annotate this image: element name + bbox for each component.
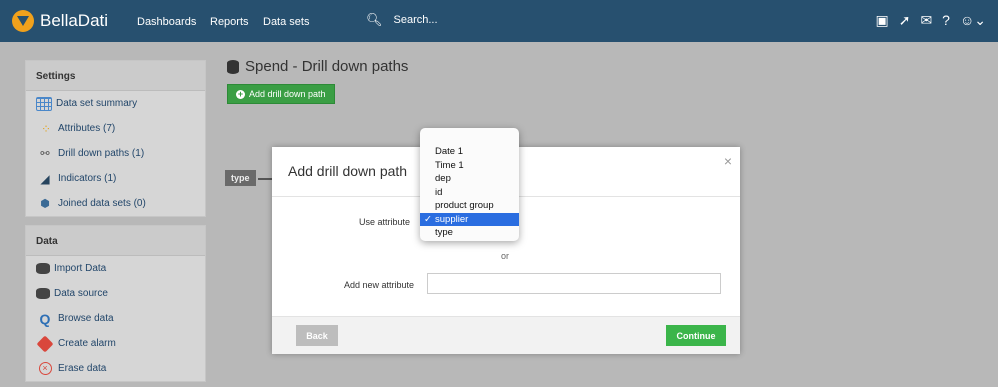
sidebar-item-label: Drill down paths (1) bbox=[58, 148, 145, 159]
option-type[interactable]: type bbox=[420, 226, 519, 240]
attribute-select-dropdown[interactable]: Date 1 Time 1 dep id product group ✓ supp… bbox=[420, 128, 519, 241]
erase-icon-wrap: × bbox=[36, 362, 54, 376]
settings-panel: Settings Data set summary ⁘ Attributes (7… bbox=[25, 60, 206, 217]
nav-dashboards[interactable]: Dashboards bbox=[137, 16, 196, 28]
sidebar-item-label: Browse data bbox=[58, 313, 114, 324]
sidebar-item-indicators[interactable]: ◢ Indicators (1) bbox=[26, 166, 205, 191]
option-label: supplier bbox=[435, 213, 469, 225]
database-icon bbox=[227, 59, 239, 74]
table-grid-icon bbox=[36, 96, 52, 111]
nav-reports[interactable]: Reports bbox=[210, 16, 249, 28]
rocket-icon[interactable]: ➚ bbox=[899, 12, 911, 29]
back-button[interactable]: Back bbox=[296, 325, 338, 346]
or-separator: or bbox=[501, 251, 510, 261]
alarm-icon-wrap bbox=[36, 335, 54, 352]
sidebar-item-data-source[interactable]: Data source bbox=[26, 281, 205, 306]
option-label: Date 1 bbox=[435, 146, 463, 157]
add-drill-down-path-button[interactable]: + Add drill down path bbox=[227, 84, 335, 104]
search-box[interactable]: 🔍︎ Search... bbox=[366, 9, 438, 31]
import-database-icon bbox=[36, 263, 50, 274]
sidebar-item-label: Create alarm bbox=[58, 338, 116, 349]
option-label: type bbox=[435, 227, 453, 238]
close-icon[interactable]: × bbox=[724, 153, 732, 169]
top-icons: ▣ ➚ ✉ ? ☺⌄ bbox=[875, 12, 986, 29]
option-label: Time 1 bbox=[435, 159, 464, 171]
option-label: id bbox=[435, 186, 443, 198]
sidebar-item-label: Erase data bbox=[58, 363, 107, 374]
mail-icon[interactable]: ✉ bbox=[920, 12, 932, 29]
alarm-icon bbox=[36, 335, 54, 352]
sidebar: Settings Data set summary ⁘ Attributes (7… bbox=[25, 60, 206, 387]
continue-button[interactable]: Continue bbox=[666, 325, 726, 346]
option-product-group[interactable]: product group bbox=[420, 199, 519, 213]
sidebar-item-label: Joined data sets (0) bbox=[58, 198, 146, 209]
dialog-title: Add drill down path bbox=[288, 163, 408, 179]
option-supplier[interactable]: ✓ supplier bbox=[420, 212, 519, 226]
option-id[interactable]: id bbox=[420, 186, 519, 200]
sidebar-item-label: Indicators (1) bbox=[58, 173, 117, 184]
option-label: product group bbox=[435, 200, 494, 211]
checkmark-icon: ✓ bbox=[424, 213, 432, 225]
dialog-footer: Back Continue bbox=[272, 316, 740, 354]
use-attribute-label: Use attribute bbox=[359, 217, 411, 227]
sidebar-item-create-alarm[interactable]: Create alarm bbox=[26, 331, 205, 356]
option-date-1[interactable]: Date 1 bbox=[420, 145, 519, 159]
sidebar-item-import-data[interactable]: Import Data bbox=[26, 256, 205, 281]
belladati-logo-icon bbox=[12, 10, 34, 32]
drill-path-node-type[interactable]: type bbox=[225, 170, 256, 186]
search-icon[interactable]: 🔍︎ bbox=[366, 12, 383, 28]
sidebar-item-label: Import Data bbox=[54, 263, 107, 274]
sidebar-item-data-set-summary[interactable]: Data set summary bbox=[26, 91, 205, 116]
sidebar-item-erase-data[interactable]: × Erase data bbox=[26, 356, 205, 381]
sidebar-item-joined-data-sets[interactable]: ⬢ Joined data sets (0) bbox=[26, 191, 205, 216]
search-input[interactable]: Search... bbox=[394, 14, 438, 26]
user-avatar-icon[interactable]: ☺⌄ bbox=[960, 12, 986, 29]
top-navigation-bar: BellaDati Dashboards Reports Data sets 🔍… bbox=[0, 0, 998, 42]
attributes-dots-icon: ⁘ bbox=[40, 121, 51, 136]
option-time-1[interactable]: Time 1 bbox=[420, 159, 519, 173]
new-attribute-input[interactable] bbox=[427, 273, 721, 294]
sidebar-item-label: Data source bbox=[54, 288, 108, 299]
sidebar-item-label: Data set summary bbox=[56, 98, 138, 109]
settings-title: Settings bbox=[26, 61, 205, 91]
database-icon bbox=[36, 288, 50, 299]
app-name: BellaDati bbox=[40, 11, 109, 30]
add-new-attribute-label: Add new attribute bbox=[344, 280, 415, 290]
image-icon[interactable]: ▣ bbox=[875, 12, 888, 29]
data-panel: Data Import Data Data source Q Browse dat… bbox=[25, 225, 206, 382]
join-icon: ⬢ bbox=[40, 198, 50, 210]
sidebar-item-browse-data[interactable]: Q Browse data bbox=[26, 306, 205, 331]
hierarchy-icon: ⚯ bbox=[40, 148, 50, 160]
page-title-text: Spend - Drill down paths bbox=[245, 58, 409, 75]
node-connector bbox=[258, 178, 272, 180]
belladati-logo[interactable]: BellaDati bbox=[12, 10, 108, 32]
sidebar-item-drill-down-paths[interactable]: ⚯ Drill down paths (1) bbox=[26, 141, 205, 166]
erase-icon: × bbox=[38, 362, 52, 375]
nav-data-sets[interactable]: Data sets bbox=[263, 16, 309, 28]
add-drill-down-path-label: Add drill down path bbox=[249, 89, 326, 99]
help-icon[interactable]: ? bbox=[942, 12, 950, 29]
plus-circle-icon: + bbox=[236, 88, 245, 99]
data-title: Data bbox=[26, 226, 205, 256]
option-label: dep bbox=[435, 173, 451, 184]
magnifier-icon: Q bbox=[39, 310, 51, 327]
sidebar-item-label: Attributes (7) bbox=[58, 123, 116, 134]
page-title: Spend - Drill down paths bbox=[227, 58, 408, 75]
option-dep[interactable]: dep bbox=[420, 172, 519, 186]
sidebar-item-attributes[interactable]: ⁘ Attributes (7) bbox=[26, 116, 205, 141]
gauge-icon: ◢ bbox=[40, 171, 50, 186]
